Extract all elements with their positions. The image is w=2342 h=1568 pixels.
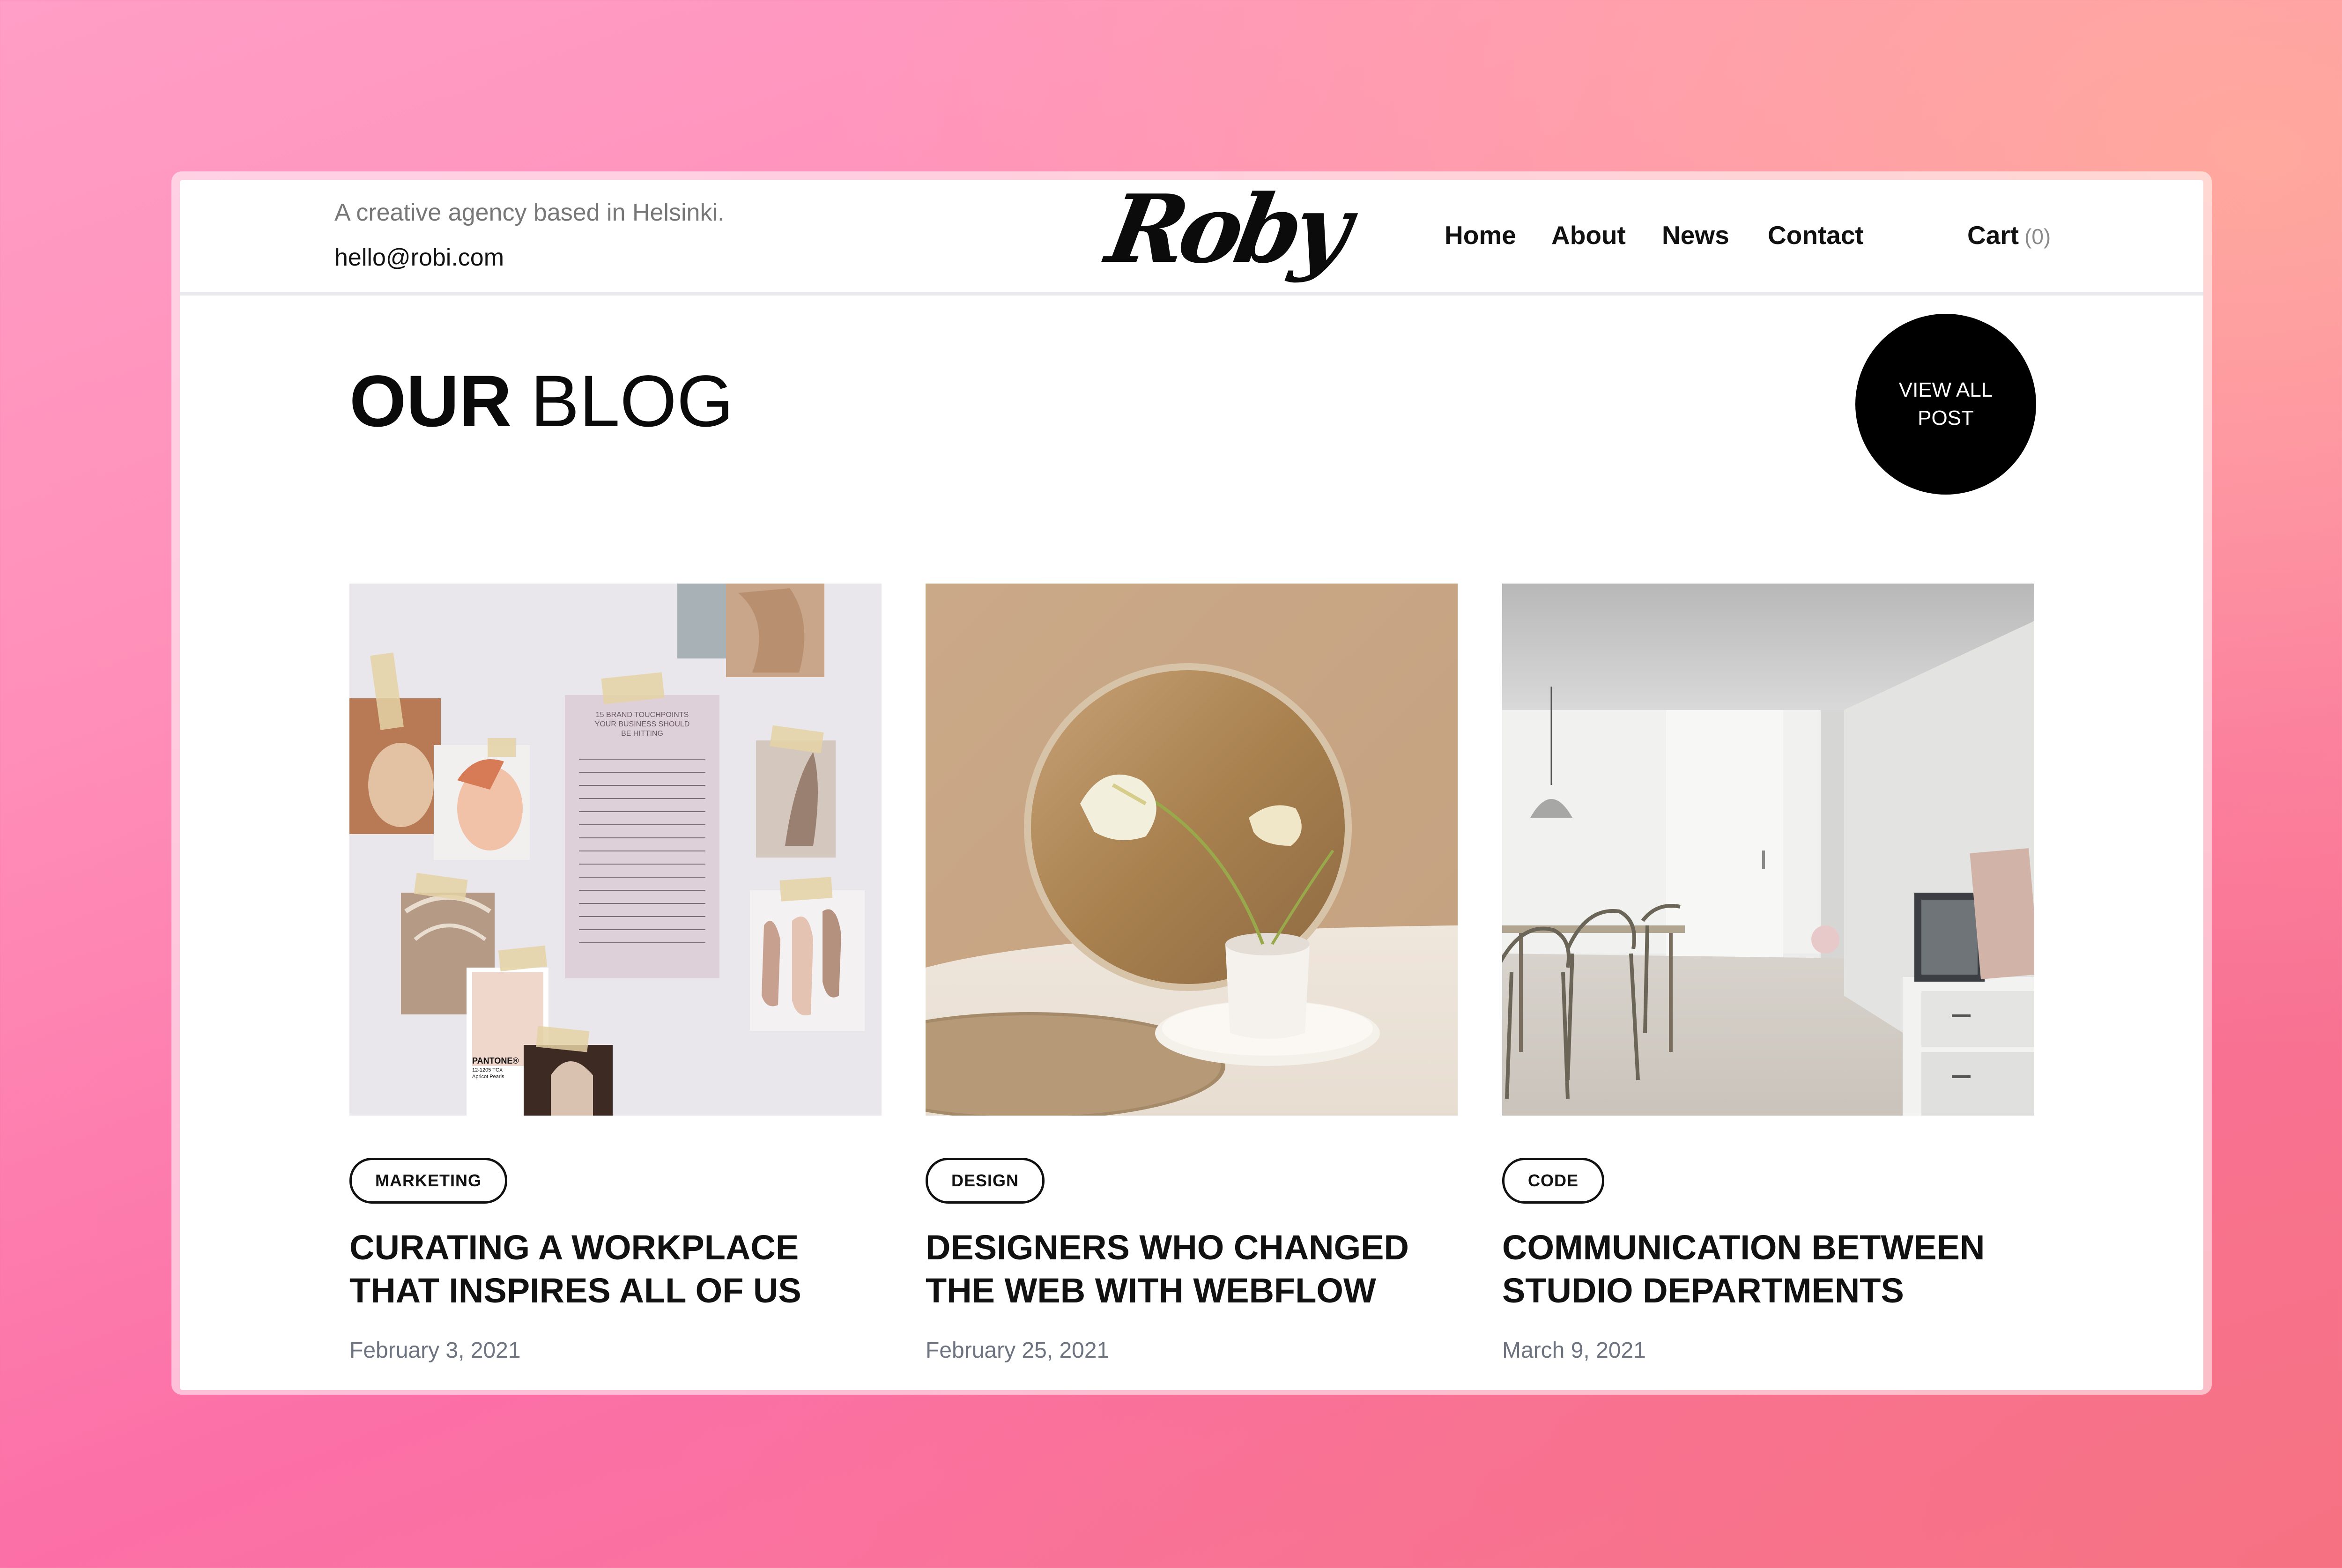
category-tag-design[interactable]: DESIGN <box>926 1158 1045 1204</box>
nav-news-link[interactable]: News <box>1662 220 1729 250</box>
pantone-code-text: 12-1205 TCX <box>472 1067 503 1073</box>
blog-title-light: BLOG <box>530 361 734 442</box>
svg-text:15 BRAND TOUCHPOINTS: 15 BRAND TOUCHPOINTS <box>596 711 689 719</box>
site-header: A creative agency based in Helsinki. hel… <box>180 180 2203 296</box>
interior-dining-image[interactable] <box>1502 584 2034 1116</box>
website-window: A creative agency based in Helsinki. hel… <box>180 180 2203 1390</box>
cart-link[interactable]: Cart (0) <box>1967 220 2051 250</box>
cart-label: Cart <box>1967 221 2019 250</box>
pantone-text: PANTONE® <box>472 1056 519 1065</box>
nav-about-link[interactable]: About <box>1551 220 1626 250</box>
blog-card-3[interactable]: CODE COMMUNICATION BETWEEN STUDIO DEPART… <box>1502 584 2034 1390</box>
pantone-name-text: Apricot Pearls <box>472 1074 504 1080</box>
view-all-posts-label: VIEW ALL POST <box>1898 378 1993 429</box>
cart-count: (0) <box>2024 224 2051 249</box>
mirror-flower-image[interactable] <box>926 584 1458 1116</box>
moodboard-image[interactable]: PANTONE® 12-1205 TCX Apricot Pearls 15 B… <box>349 584 882 1116</box>
svg-text:BE HITTING: BE HITTING <box>621 730 663 738</box>
blog-card-1[interactable]: PANTONE® 12-1205 TCX Apricot Pearls 15 B… <box>349 584 882 1390</box>
category-tag-code[interactable]: CODE <box>1502 1158 1605 1204</box>
view-all-posts-button[interactable]: VIEW ALL POST <box>1855 314 2036 495</box>
blog-section-title: OUR BLOG <box>349 365 734 438</box>
blog-card-2[interactable]: DESIGN DESIGNERS WHO CHANGED THE WEB WIT… <box>926 584 1458 1390</box>
nav-home-link[interactable]: Home <box>1445 220 1516 250</box>
post-title[interactable]: CURATING A WORKPLACE THAT INSPIRES ALL O… <box>349 1226 882 1312</box>
post-title[interactable]: COMMUNICATION BETWEEN STUDIO DEPARTMENTS <box>1502 1226 2034 1312</box>
svg-text:YOUR BUSINESS SHOULD: YOUR BUSINESS SHOULD <box>595 720 690 728</box>
category-tag-marketing[interactable]: MARKETING <box>349 1158 507 1204</box>
main-navigation: Home About News Contact Cart (0) <box>180 220 2203 258</box>
blog-title-bold: OUR <box>349 361 512 442</box>
post-date: February 25, 2021 <box>926 1338 1110 1363</box>
nav-contact-link[interactable]: Contact <box>1768 220 1864 250</box>
post-date: March 9, 2021 <box>1502 1338 1646 1363</box>
post-date: February 3, 2021 <box>349 1338 521 1363</box>
post-title[interactable]: DESIGNERS WHO CHANGED THE WEB WITH WEBFL… <box>926 1226 1458 1312</box>
